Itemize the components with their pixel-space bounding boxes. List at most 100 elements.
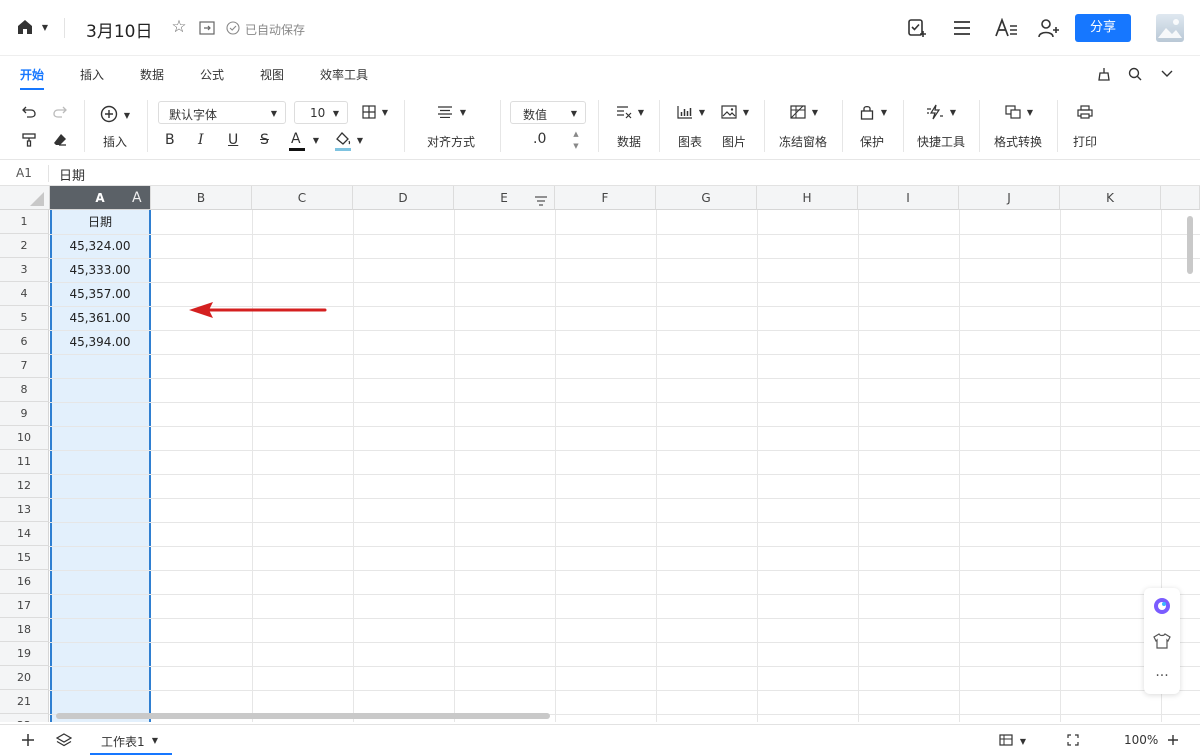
- sheet-tab-active[interactable]: 工作表1 ▼: [90, 725, 172, 755]
- border-icon[interactable]: [360, 104, 378, 120]
- bold-button[interactable]: B: [165, 132, 175, 148]
- decimal-down-icon[interactable]: ▼: [571, 142, 581, 150]
- underline-button[interactable]: U: [228, 132, 238, 148]
- tab-home[interactable]: 开始: [20, 66, 44, 83]
- vertical-scrollbar[interactable]: [1187, 216, 1193, 274]
- quick-tools-label[interactable]: 快捷工具: [917, 133, 965, 150]
- cell-a2[interactable]: 45,324.00: [50, 234, 150, 258]
- column-header-j[interactable]: J: [959, 186, 1060, 210]
- align-icon[interactable]: [436, 104, 454, 120]
- sheet-list-icon[interactable]: [55, 732, 73, 748]
- horizontal-scrollbar[interactable]: [56, 713, 550, 719]
- column-header-c[interactable]: C: [252, 186, 353, 210]
- align-dropdown-icon[interactable]: ▼: [458, 107, 468, 117]
- zoom-level[interactable]: 100%: [1124, 733, 1158, 747]
- row-header[interactable]: 16: [0, 570, 49, 594]
- row-header[interactable]: 6: [0, 330, 49, 354]
- filter-icon[interactable]: [534, 191, 548, 206]
- column-header-e[interactable]: E: [454, 186, 555, 210]
- freeze-panes-icon[interactable]: [788, 104, 808, 120]
- select-all-corner[interactable]: [0, 186, 50, 210]
- add-collaborator-icon[interactable]: [1037, 16, 1061, 40]
- column-header-f[interactable]: F: [555, 186, 656, 210]
- print-label[interactable]: 打印: [1073, 133, 1097, 150]
- text-format-icon[interactable]: [993, 16, 1019, 40]
- tab-data[interactable]: 数据: [140, 66, 164, 83]
- column-a-font-icon[interactable]: A: [132, 186, 142, 210]
- image-icon[interactable]: [719, 104, 739, 120]
- row-header[interactable]: 3: [0, 258, 49, 282]
- share-button[interactable]: 分享: [1075, 14, 1131, 42]
- star-icon[interactable]: ☆: [170, 17, 188, 37]
- decimal-up-icon[interactable]: ▲: [571, 130, 581, 138]
- view-mode-icon[interactable]: [998, 733, 1014, 747]
- cell-a5[interactable]: 45,361.00: [50, 306, 150, 330]
- insert-plus-icon[interactable]: [98, 104, 120, 124]
- strikethrough-button[interactable]: S: [260, 132, 269, 148]
- data-icon[interactable]: [614, 104, 634, 120]
- column-header-h[interactable]: H: [757, 186, 858, 210]
- row-header[interactable]: 8: [0, 378, 49, 402]
- task-add-icon[interactable]: [905, 16, 929, 40]
- chart-icon[interactable]: [675, 104, 695, 120]
- skin-theme-icon[interactable]: [1152, 631, 1172, 651]
- tab-view[interactable]: 视图: [260, 66, 284, 83]
- format-painter-icon[interactable]: [20, 132, 38, 148]
- avatar[interactable]: [1156, 14, 1184, 42]
- font-size-select[interactable]: 10 ▼: [294, 101, 348, 124]
- format-convert-icon[interactable]: [1003, 104, 1023, 120]
- row-header[interactable]: 4: [0, 282, 49, 306]
- cell-a4[interactable]: 45,357.00: [50, 282, 150, 306]
- row-header[interactable]: 18: [0, 618, 49, 642]
- column-header-a[interactable]: A A: [50, 186, 151, 210]
- undo-icon[interactable]: [20, 104, 38, 120]
- border-dropdown-icon[interactable]: ▼: [380, 107, 390, 117]
- row-header[interactable]: 15: [0, 546, 49, 570]
- quick-tools-icon[interactable]: [925, 103, 945, 121]
- more-icon[interactable]: ···: [1152, 666, 1172, 686]
- cell-a1[interactable]: 日期: [50, 210, 150, 234]
- cell-a6[interactable]: 45,394.00: [50, 330, 150, 354]
- search-icon[interactable]: [1126, 66, 1144, 82]
- row-header[interactable]: 7: [0, 354, 49, 378]
- fullscreen-icon[interactable]: [1066, 733, 1080, 747]
- row-header[interactable]: 13: [0, 498, 49, 522]
- column-header-b[interactable]: B: [151, 186, 252, 210]
- protect-label[interactable]: 保护: [860, 133, 884, 150]
- font-color-dropdown-icon[interactable]: ▼: [311, 135, 321, 145]
- home-icon[interactable]: [14, 16, 36, 38]
- data-label[interactable]: 数据: [617, 133, 641, 150]
- protect-dropdown-icon[interactable]: ▼: [879, 107, 889, 117]
- data-dropdown-icon[interactable]: ▼: [636, 107, 646, 117]
- row-header[interactable]: 22: [0, 714, 49, 722]
- row-header[interactable]: 17: [0, 594, 49, 618]
- row-header[interactable]: 2: [0, 234, 49, 258]
- column-header-i[interactable]: I: [858, 186, 959, 210]
- cleaner-icon[interactable]: [1095, 66, 1113, 82]
- insert-dropdown-icon[interactable]: ▼: [122, 110, 132, 120]
- tab-efficiency-tools[interactable]: 效率工具: [320, 66, 368, 83]
- image-label[interactable]: 图片: [722, 133, 746, 150]
- collapse-ribbon-icon[interactable]: [1158, 66, 1176, 82]
- row-header[interactable]: 14: [0, 522, 49, 546]
- image-dropdown-icon[interactable]: ▼: [741, 107, 751, 117]
- font-color-button[interactable]: A: [291, 131, 301, 147]
- row-header[interactable]: 1: [0, 210, 49, 234]
- view-mode-dropdown-icon[interactable]: ▼: [1018, 736, 1028, 746]
- clear-format-icon[interactable]: [51, 132, 69, 148]
- insert-label[interactable]: 插入: [103, 133, 127, 150]
- add-sheet-icon[interactable]: [20, 732, 36, 748]
- format-convert-label[interactable]: 格式转换: [994, 133, 1042, 150]
- sheet-tab-dropdown-icon[interactable]: ▼: [150, 735, 160, 745]
- tab-insert[interactable]: 插入: [80, 66, 104, 83]
- print-icon[interactable]: [1075, 104, 1095, 120]
- document-title[interactable]: 3月10日: [86, 17, 152, 42]
- move-to-folder-icon[interactable]: [198, 19, 216, 37]
- row-header[interactable]: 10: [0, 426, 49, 450]
- row-header[interactable]: 20: [0, 666, 49, 690]
- cell-reference[interactable]: A1: [16, 166, 32, 180]
- tab-formula[interactable]: 公式: [200, 66, 224, 83]
- number-format-select[interactable]: 数值 ▼: [510, 101, 586, 124]
- formula-input[interactable]: 日期: [59, 165, 85, 184]
- chart-dropdown-icon[interactable]: ▼: [697, 107, 707, 117]
